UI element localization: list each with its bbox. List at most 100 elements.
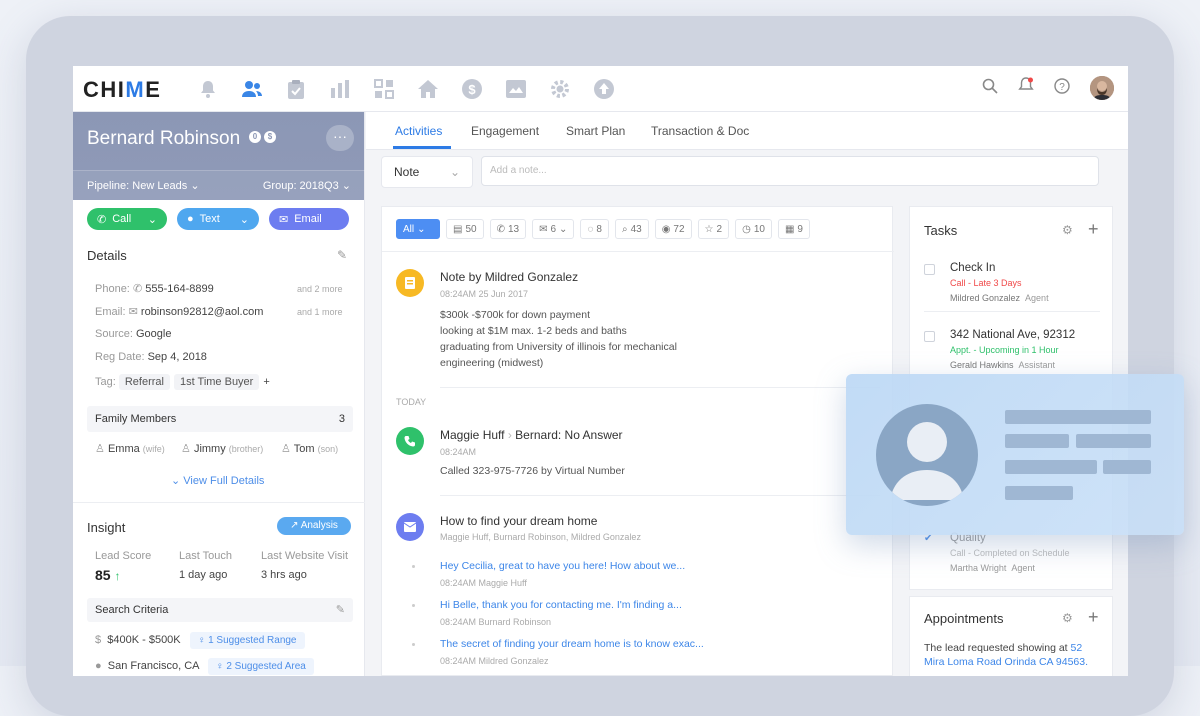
suggested-range-chip[interactable]: ♀ 1 Suggested Range xyxy=(189,632,305,649)
tab-smart-plan[interactable]: Smart Plan xyxy=(566,124,625,138)
grid-icon[interactable] xyxy=(371,76,397,102)
call-button[interactable]: ✆ Call ⌄ xyxy=(87,208,167,230)
task-status: Appt. - Upcoming in 1 Hour xyxy=(950,345,1059,355)
appointments-panel: Appointments ⚙ + The lead requested show… xyxy=(909,596,1113,676)
note-icon xyxy=(396,269,424,297)
add-appointment-icon[interactable]: + xyxy=(1088,607,1099,628)
mail-icon: ✉ xyxy=(539,223,548,235)
tab-engagement[interactable]: Engagement xyxy=(471,124,539,138)
email-link[interactable]: Hey Cecilia, great to have you here! How… xyxy=(440,560,685,572)
notification-bell-icon[interactable] xyxy=(1018,76,1034,100)
help-icon[interactable]: ? xyxy=(1054,77,1070,99)
home-icon[interactable] xyxy=(415,76,441,102)
email-row: Email: ✉ robinson92812@aol.com xyxy=(95,306,264,318)
analysis-button[interactable]: ↗ Analysis xyxy=(277,517,351,535)
task-title[interactable]: Check In xyxy=(950,262,995,274)
email-activity-icon xyxy=(396,513,424,541)
gear-icon[interactable]: ⚙ xyxy=(1062,611,1073,625)
task-checkbox[interactable] xyxy=(924,331,935,342)
filter-calls[interactable]: ✆ 13 xyxy=(489,219,527,239)
chat-icon: ● xyxy=(187,213,194,225)
last-touch-label: Last Touch xyxy=(179,550,233,562)
chime-logo[interactable]: CHIME xyxy=(83,77,161,103)
dollar-icon: $ xyxy=(95,634,102,646)
email-meta: 08:24AM Burnard Robinson xyxy=(440,617,552,627)
bell-icon[interactable] xyxy=(195,76,221,102)
tag-row: Tag: Referral 1st Time Buyer + xyxy=(95,374,270,390)
filter-docs[interactable]: ▦ 9 xyxy=(777,219,810,239)
appointment-text: The lead requested showing at 52 Mira Lo… xyxy=(924,642,1089,668)
chat-icon: ◌ xyxy=(587,223,594,235)
filter-divider xyxy=(382,251,894,252)
text-button[interactable]: ● Text ⌄ xyxy=(177,208,259,230)
active-tab-indicator xyxy=(393,146,451,149)
note-title: Note by Mildred Gonzalez xyxy=(440,270,579,284)
email-link[interactable]: The secret of finding your dream home is… xyxy=(440,638,704,650)
placeholder-line xyxy=(1005,460,1097,474)
task-divider xyxy=(924,311,1100,312)
group-dropdown[interactable]: Group: 2018Q3 ⌄ xyxy=(263,179,351,192)
chevron-down-icon: ⌄ xyxy=(147,213,157,226)
filter-emails[interactable]: ✉ 6 ⌄ xyxy=(532,219,575,239)
avatar[interactable] xyxy=(1090,76,1114,100)
top-navigation-bar: CHIME $ ? xyxy=(73,66,1128,112)
view-full-details-link[interactable]: ⌄ View Full Details xyxy=(171,474,264,487)
gear-icon[interactable] xyxy=(547,76,573,102)
email-thread-title[interactable]: How to find your dream home xyxy=(440,514,597,528)
search-icon[interactable] xyxy=(982,78,998,99)
family-members-header: Family Members 3 xyxy=(87,406,353,432)
more-options-button[interactable]: ··· xyxy=(326,125,354,151)
placeholder-line xyxy=(1005,434,1069,448)
chevron-down-icon: ⌄ xyxy=(449,165,460,179)
family-member[interactable]: ♙ Tom (son) xyxy=(281,442,338,455)
edit-icon[interactable]: ✎ xyxy=(337,248,347,262)
people-icon[interactable] xyxy=(239,76,265,102)
mail-icon: ✉ xyxy=(128,306,138,318)
email-button[interactable]: ✉ Email xyxy=(269,208,349,230)
gear-icon[interactable]: ⚙ xyxy=(1062,223,1073,237)
family-member[interactable]: ♙ Emma (wife) xyxy=(95,442,165,455)
bar-chart-icon[interactable] xyxy=(327,76,353,102)
task-title[interactable]: 342 National Ave, 92312 xyxy=(950,329,1075,341)
task-checkbox[interactable] xyxy=(924,264,935,275)
thread-dot xyxy=(412,565,415,568)
add-tag-button[interactable]: + xyxy=(263,376,269,388)
dollar-icon[interactable]: $ xyxy=(459,76,485,102)
upload-icon[interactable] xyxy=(591,76,617,102)
pipeline-dropdown[interactable]: Pipeline: New Leads ⌄ xyxy=(87,179,200,192)
detail-tabs: Activities Engagement Smart Plan Transac… xyxy=(366,112,1128,150)
filter-history[interactable]: ◷ 10 xyxy=(735,219,772,239)
filter-views[interactable]: ◉ 72 xyxy=(654,219,692,239)
image-icon[interactable] xyxy=(503,76,529,102)
entry-divider xyxy=(440,495,880,496)
badge-dollar: $ xyxy=(264,131,276,143)
area-row: ● San Francisco, CA ♀ 2 Suggested Area xyxy=(95,658,314,675)
filter-notes[interactable]: ▤ 50 xyxy=(446,219,484,239)
add-task-icon[interactable]: + xyxy=(1088,219,1099,240)
note-type-select[interactable]: Note ⌄ xyxy=(381,156,473,188)
edit-icon[interactable]: ✎ xyxy=(336,603,345,616)
svg-text:?: ? xyxy=(1059,82,1065,93)
bulb-icon: ♀ xyxy=(197,635,206,646)
lead-name: Bernard Robinson xyxy=(87,128,241,149)
filter-favorites[interactable]: ☆ 2 xyxy=(697,219,730,239)
family-member[interactable]: ♙ Jimmy (brother) xyxy=(181,442,263,455)
phone-more[interactable]: and 2 more xyxy=(297,284,343,294)
email-link[interactable]: Hi Belle, thank you for contacting me. I… xyxy=(440,599,682,611)
tag-chip[interactable]: Referral xyxy=(118,374,170,390)
suggested-area-chip[interactable]: ♀ 2 Suggested Area xyxy=(208,658,314,675)
note-input[interactable]: Add a note... xyxy=(481,156,1099,186)
reg-date-row: Reg Date: Sep 4, 2018 xyxy=(95,351,207,363)
tab-transaction-doc[interactable]: Transaction & Doc xyxy=(651,124,749,138)
badge-zero: 0 xyxy=(249,131,261,143)
lead-score: 85 ↑ xyxy=(95,567,121,583)
clipboard-icon[interactable] xyxy=(283,76,309,102)
filter-all[interactable]: All ⌄ xyxy=(396,219,440,239)
filter-searches[interactable]: ⌕ 43 xyxy=(614,219,649,239)
activity-timeline: All ⌄ ▤ 50 ✆ 13 ✉ 6 ⌄ ◌ 8 ⌕ 43 ◉ 72 ☆ 2 ◷ 10 ▦ 9 N… xyxy=(381,206,894,676)
email-more[interactable]: and 1 more xyxy=(297,307,343,317)
tag-chip[interactable]: 1st Time Buyer xyxy=(173,374,260,390)
tab-activities[interactable]: Activities xyxy=(395,124,442,138)
note-body: $300k -$700k for down payment looking at… xyxy=(440,309,677,369)
filter-texts[interactable]: ◌ 8 xyxy=(580,219,609,239)
